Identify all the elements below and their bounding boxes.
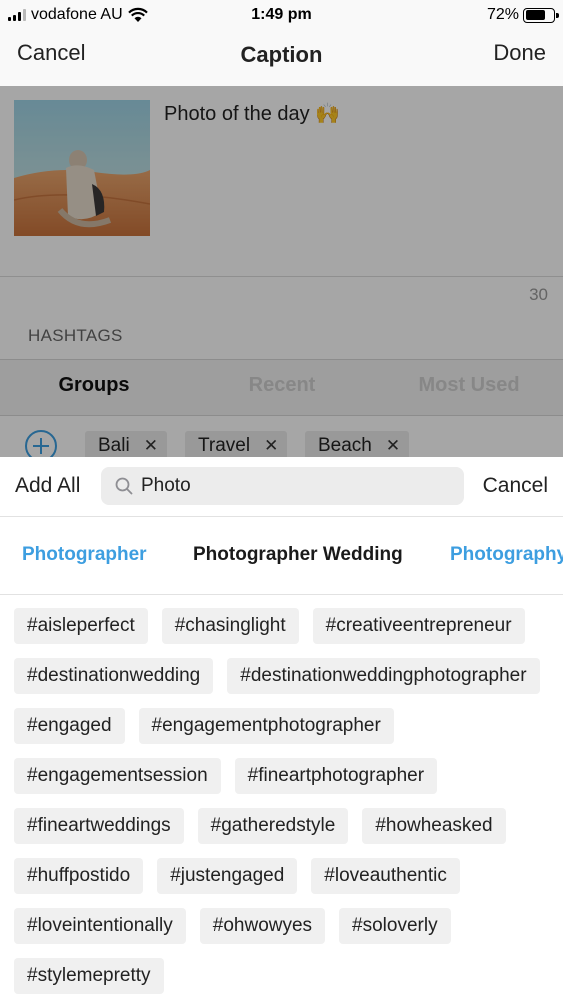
hashtag-chip[interactable]: #engagementphotographer xyxy=(138,708,394,744)
close-icon[interactable]: ✕ xyxy=(386,436,400,456)
search-icon xyxy=(115,477,133,495)
nav-bar: Cancel Caption Done xyxy=(0,30,563,86)
status-right: 72% xyxy=(486,6,559,24)
hashtag-chip[interactable]: #destinationwedding xyxy=(14,658,214,694)
divider xyxy=(0,276,563,277)
hashtag-list: #aisleperfect #chasinglight #creativeent… xyxy=(14,608,554,994)
hashtag-chip[interactable]: #stylemepretty xyxy=(14,958,164,994)
caption-editor: Photo of the day 🙌 30 HASHTAGS Groups Re… xyxy=(0,86,563,457)
suggestion-row: Photographer Photographer Wedding Photog… xyxy=(0,517,563,595)
search-bar-row: Add All Cancel xyxy=(0,457,563,517)
suggestion-photographer[interactable]: Photographer xyxy=(22,544,147,566)
hashtag-chip[interactable]: #loveauthentic xyxy=(311,858,460,894)
hashtag-chip[interactable]: #soloverly xyxy=(339,908,451,944)
search-input[interactable] xyxy=(141,475,441,497)
hashtag-chip[interactable]: #justengaged xyxy=(157,858,298,894)
group-chip-label: Travel xyxy=(198,435,251,456)
hashtag-chip[interactable]: #ohwowyes xyxy=(199,908,326,944)
search-field[interactable] xyxy=(101,467,464,505)
close-icon[interactable]: ✕ xyxy=(264,436,278,456)
battery-percent: 72% xyxy=(486,6,519,23)
nav-cancel-button[interactable]: Cancel xyxy=(17,40,85,66)
hashtag-chip[interactable]: #howheasked xyxy=(362,808,506,844)
group-chip-bali[interactable]: Bali ✕ xyxy=(85,431,167,457)
hashtag-chip[interactable]: #destinationweddingphotographer xyxy=(227,658,540,694)
status-bar: vodafone AU 1:49 pm 72% xyxy=(0,0,563,30)
hashtag-tabs: Groups Recent Most Used xyxy=(0,359,563,416)
hashtag-chip[interactable]: #fineartphotographer xyxy=(234,758,438,794)
group-chip-travel[interactable]: Travel ✕ xyxy=(185,431,288,457)
character-count: 30 xyxy=(529,285,548,304)
add-all-button[interactable]: Add All xyxy=(15,474,80,498)
group-chip-beach[interactable]: Beach ✕ xyxy=(305,431,410,457)
suggestion-photography[interactable]: Photography xyxy=(450,544,563,566)
close-icon[interactable]: ✕ xyxy=(144,436,158,456)
hashtags-section-label: HASHTAGS xyxy=(28,326,123,345)
hashtag-chip[interactable]: #engaged xyxy=(14,708,125,744)
hashtag-chip[interactable]: #aisleperfect xyxy=(14,608,148,644)
hashtag-chip[interactable]: #chasinglight xyxy=(161,608,299,644)
hashtag-search-sheet: Add All Cancel Photographer Photographer… xyxy=(0,457,563,1000)
tab-groups[interactable]: Groups xyxy=(0,374,188,397)
group-chip-label: Bali xyxy=(98,435,130,456)
hashtag-chip[interactable]: #huffpostido xyxy=(14,858,144,894)
photo-image xyxy=(14,100,150,236)
battery-fill xyxy=(525,10,545,20)
hashtag-chip[interactable]: #gatheredstyle xyxy=(197,808,349,844)
battery-icon xyxy=(523,7,559,23)
caption-input[interactable]: Photo of the day 🙌 xyxy=(164,101,340,126)
hashtag-chip[interactable]: #creativeentrepreneur xyxy=(312,608,525,644)
search-cancel-button[interactable]: Cancel xyxy=(483,474,548,498)
group-chips-row: Bali ✕ Travel ✕ Beach ✕ xyxy=(0,417,563,457)
add-group-icon[interactable] xyxy=(24,429,58,457)
nav-done-button[interactable]: Done xyxy=(493,40,546,66)
tab-recent[interactable]: Recent xyxy=(188,374,376,397)
hashtag-chip[interactable]: #fineartweddings xyxy=(14,808,184,844)
post-photo-thumbnail[interactable] xyxy=(14,100,150,236)
hashtag-chip[interactable]: #loveintentionally xyxy=(14,908,186,944)
group-chip-label: Beach xyxy=(318,435,372,456)
tab-most-used[interactable]: Most Used xyxy=(375,374,563,397)
hashtag-chip[interactable]: #engagementsession xyxy=(14,758,221,794)
clock: 1:49 pm xyxy=(251,6,312,23)
suggestion-photographer-wedding[interactable]: Photographer Wedding xyxy=(193,544,403,566)
